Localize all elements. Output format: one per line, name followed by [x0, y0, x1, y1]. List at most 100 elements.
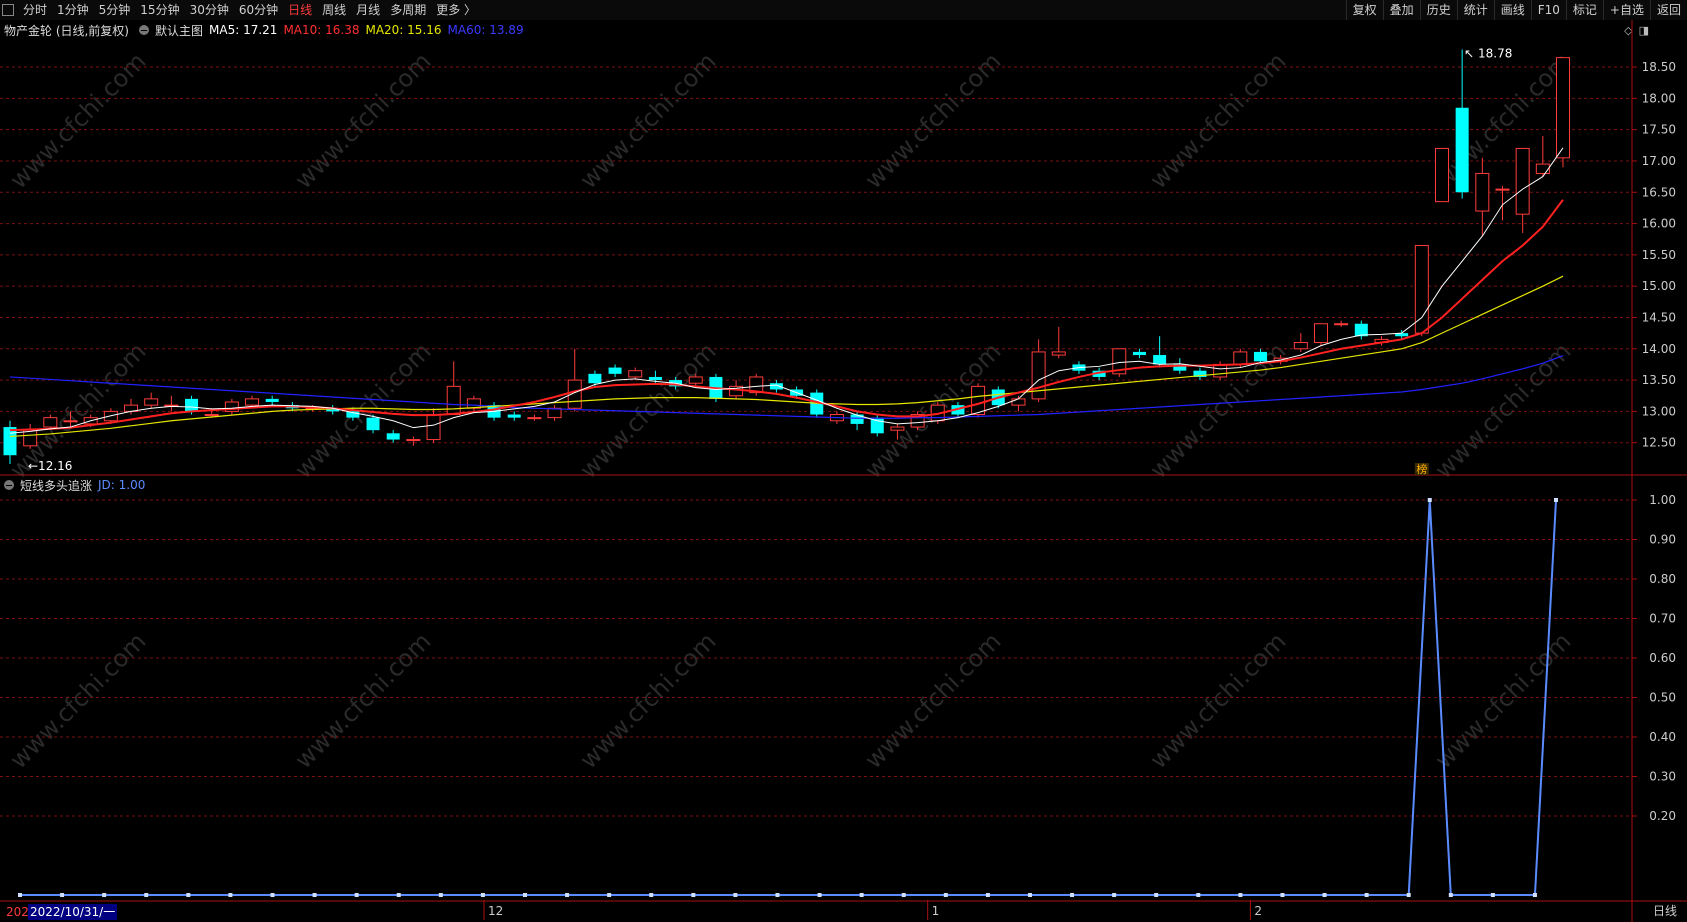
candle [1132, 348, 1146, 359]
grid-layer [0, 66, 1631, 817]
y-tick-label: 14.00 [1642, 342, 1676, 356]
candle-body [265, 398, 279, 402]
watermark-text: www.cfchi.com [1429, 627, 1576, 774]
y-tick-label: 14.50 [1642, 310, 1676, 324]
jd-point [733, 893, 738, 897]
sub-tick-label: 0.20 [1649, 809, 1676, 823]
candle-body [406, 439, 421, 442]
candle-body [446, 385, 461, 416]
event-marker-text: 榜 [1416, 462, 1427, 476]
candle [1515, 147, 1530, 233]
candle-body [1233, 351, 1248, 365]
jd-point [775, 893, 780, 897]
low-price-label: ←12.16 [28, 459, 72, 473]
axes-layer: 18.50 18.00 17.50 17.00 16.50 16.00 15.50 15.00… [0, 20, 1687, 922]
jd-point [522, 893, 527, 897]
candle-body [1153, 355, 1167, 365]
y-tick-label: 17.00 [1642, 154, 1676, 168]
jd-point [985, 893, 990, 897]
sub-tick-label: 0.60 [1649, 651, 1676, 665]
candle-body [1455, 107, 1469, 193]
candle [1495, 186, 1510, 221]
jd-point [1027, 893, 1032, 897]
month-label: 2 [1254, 904, 1262, 918]
jd-point [691, 893, 696, 897]
jd-point [396, 893, 401, 897]
sub-tick-label: 0.70 [1649, 612, 1676, 626]
watermark-text: www.cfchi.com [289, 627, 436, 774]
candle [628, 367, 643, 381]
jd-point [1554, 498, 1558, 502]
sub-tick-label: 0.80 [1649, 572, 1676, 586]
candle [1153, 336, 1167, 368]
candle [910, 411, 925, 431]
candle-body [366, 417, 380, 431]
candle [1193, 367, 1207, 381]
ma5-line [9, 147, 1564, 434]
candle-body [890, 426, 905, 431]
ma-layer [9, 147, 1564, 438]
candle-body [688, 376, 703, 384]
candle-body [1556, 57, 1570, 159]
y-tick-label: 13.50 [1642, 373, 1676, 387]
candle [1475, 157, 1490, 237]
candle [164, 395, 179, 412]
candle-body [1011, 398, 1026, 406]
month-label: 1 [932, 904, 940, 918]
candle-body [63, 420, 78, 423]
candle-body [1132, 351, 1146, 356]
watermark-text: www.cfchi.com [1144, 627, 1291, 774]
candle [1556, 57, 1570, 168]
candle-body [1213, 363, 1228, 378]
y-tick-label: 18.00 [1642, 91, 1676, 105]
jd-point [565, 893, 570, 897]
y-tick-label: 16.50 [1642, 185, 1676, 199]
candle-body [23, 429, 38, 447]
candle [224, 398, 239, 415]
candle-body [3, 427, 17, 456]
high-price-label: ↖ 18.78 [1464, 47, 1512, 61]
candle [1011, 395, 1026, 412]
jd-point [144, 893, 149, 897]
candle-body [245, 398, 260, 406]
candle-body [971, 385, 986, 416]
y-tick-label: 16.00 [1642, 217, 1676, 231]
jd-point [1406, 893, 1411, 897]
jd-point [18, 893, 22, 897]
jd-point [186, 893, 191, 897]
jd-point [817, 893, 822, 897]
candle [1293, 333, 1308, 352]
candle [1051, 326, 1066, 359]
candle-body [1434, 147, 1449, 203]
jd-point [270, 893, 275, 897]
candle [527, 414, 542, 421]
candle [608, 364, 622, 377]
candle-body [426, 414, 441, 441]
candle [23, 423, 38, 449]
jd-point [607, 893, 612, 897]
date-prefix: 202 [6, 905, 29, 919]
sub-tick-label: 1.00 [1649, 493, 1676, 507]
candle [1455, 49, 1469, 199]
candle [265, 395, 279, 406]
jd-point [1364, 893, 1369, 897]
jd-point [312, 893, 317, 897]
candle-body [648, 376, 662, 381]
watermark-text: www.cfchi.com [4, 47, 151, 194]
candle-body [628, 370, 643, 378]
candle-body [1475, 172, 1490, 212]
candle-body [1334, 323, 1349, 326]
candle-body [1313, 323, 1328, 344]
candle [547, 405, 562, 421]
ma20-line [9, 275, 1564, 438]
watermark-layer: www.cfchi.com www.cfchi.com www.cfchi.com w… [4, 47, 1576, 774]
sub-tick-label: 0.40 [1649, 730, 1676, 744]
candle [386, 430, 400, 443]
watermark-text: www.cfchi.com [859, 627, 1006, 774]
jd-point [1196, 893, 1201, 897]
candle-body [1515, 147, 1530, 215]
candle [466, 395, 481, 412]
candle [406, 436, 421, 446]
y-tick-label: 13.00 [1642, 404, 1676, 418]
candle-body [1495, 188, 1510, 191]
